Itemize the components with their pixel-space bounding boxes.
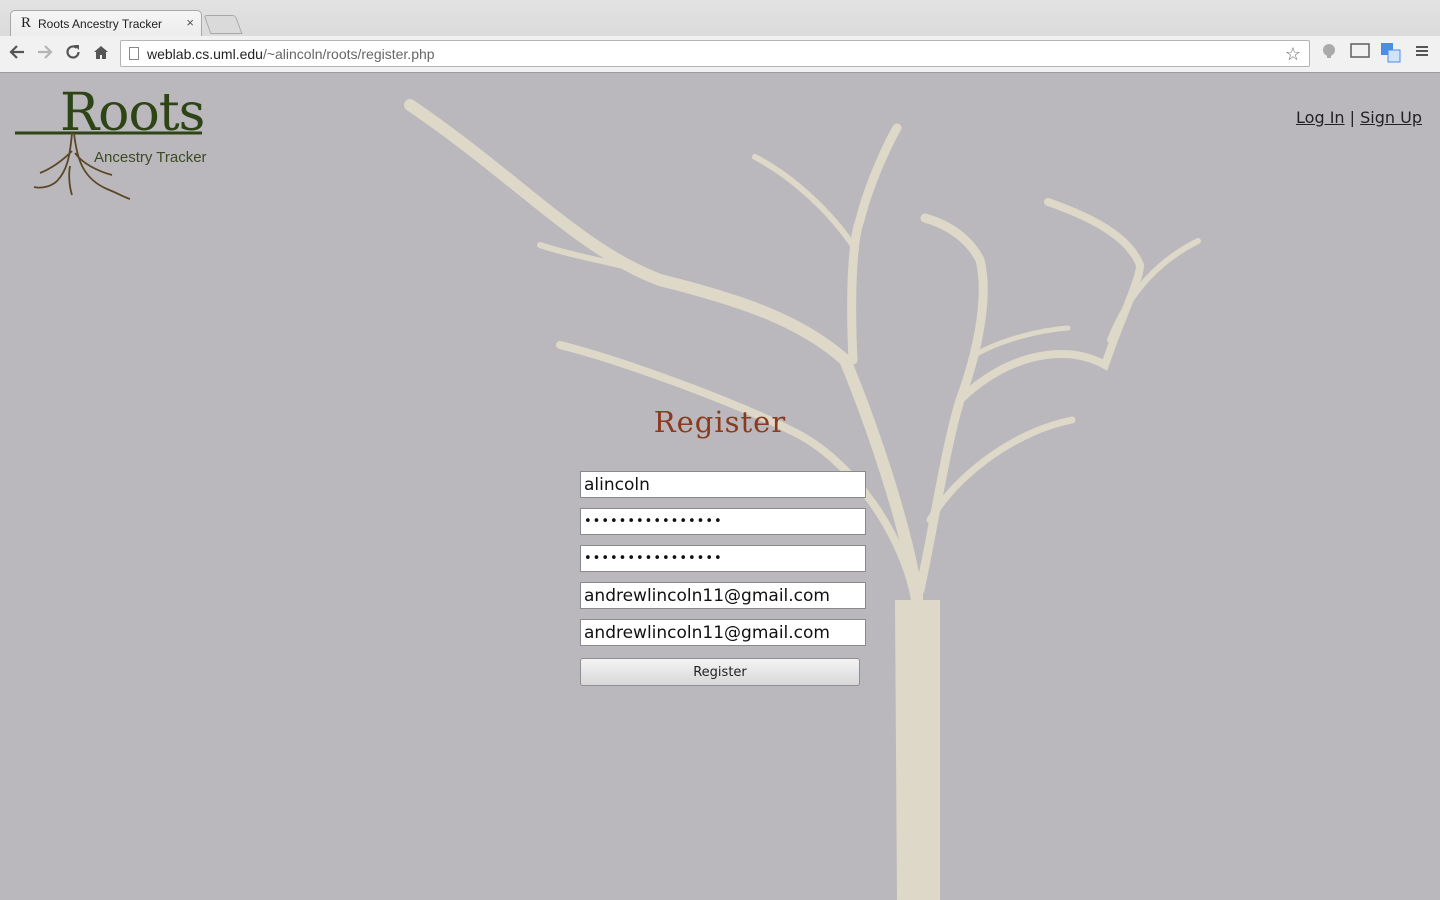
menu-icon[interactable] — [1412, 43, 1432, 63]
home-icon[interactable] — [90, 43, 112, 65]
close-tab-icon[interactable]: × — [186, 15, 194, 30]
new-tab-button[interactable] — [203, 15, 243, 34]
password-field[interactable] — [580, 508, 866, 535]
url-host: weblab.cs.uml.edu — [147, 46, 263, 62]
tab-title: Roots Ancestry Tracker — [38, 17, 163, 31]
forward-icon[interactable] — [34, 43, 56, 65]
address-bar[interactable]: weblab.cs.uml.edu/~alincoln/roots/regist… — [120, 40, 1310, 67]
reload-icon[interactable] — [62, 43, 84, 65]
email-field[interactable] — [580, 582, 866, 609]
back-icon[interactable] — [6, 43, 28, 65]
confirm-email-field[interactable] — [580, 619, 866, 646]
register-heading: Register — [653, 405, 787, 439]
browser-toolbar: weblab.cs.uml.edu/~alincoln/roots/regist… — [0, 36, 1440, 72]
page-content: Roots Ancestry Tracker Log In | Sign Up … — [0, 73, 1440, 900]
star-icon[interactable]: ☆ — [1285, 44, 1301, 65]
logo-title: Roots — [60, 83, 205, 143]
login-link[interactable]: Log In — [1296, 108, 1345, 127]
page-icon — [129, 47, 139, 60]
url-path: /~alincoln/roots/register.php — [262, 46, 435, 62]
username-field[interactable] — [580, 471, 866, 498]
tab-strip: R Roots Ancestry Tracker × — [0, 0, 1440, 36]
register-button[interactable]: Register — [580, 658, 860, 686]
roots-favicon-icon: R — [21, 15, 32, 31]
browser-chrome: R Roots Ancestry Tracker × weblab.cs.uml… — [0, 0, 1440, 73]
translate-icon[interactable] — [1381, 43, 1401, 63]
logo-subtitle: Ancestry Tracker — [94, 149, 207, 166]
browser-tab[interactable]: R Roots Ancestry Tracker × — [10, 10, 202, 36]
auth-links: Log In | Sign Up — [1296, 108, 1422, 127]
roots-logo[interactable]: Roots Ancestry Tracker — [12, 81, 212, 203]
url-text[interactable]: weblab.cs.uml.edu/~alincoln/roots/regist… — [147, 46, 435, 62]
cast-icon[interactable] — [1350, 43, 1370, 63]
signup-link[interactable]: Sign Up — [1360, 108, 1422, 127]
confirm-password-field[interactable] — [580, 545, 866, 572]
extension-icon[interactable] — [1319, 43, 1339, 63]
link-separator: | — [1349, 108, 1356, 127]
